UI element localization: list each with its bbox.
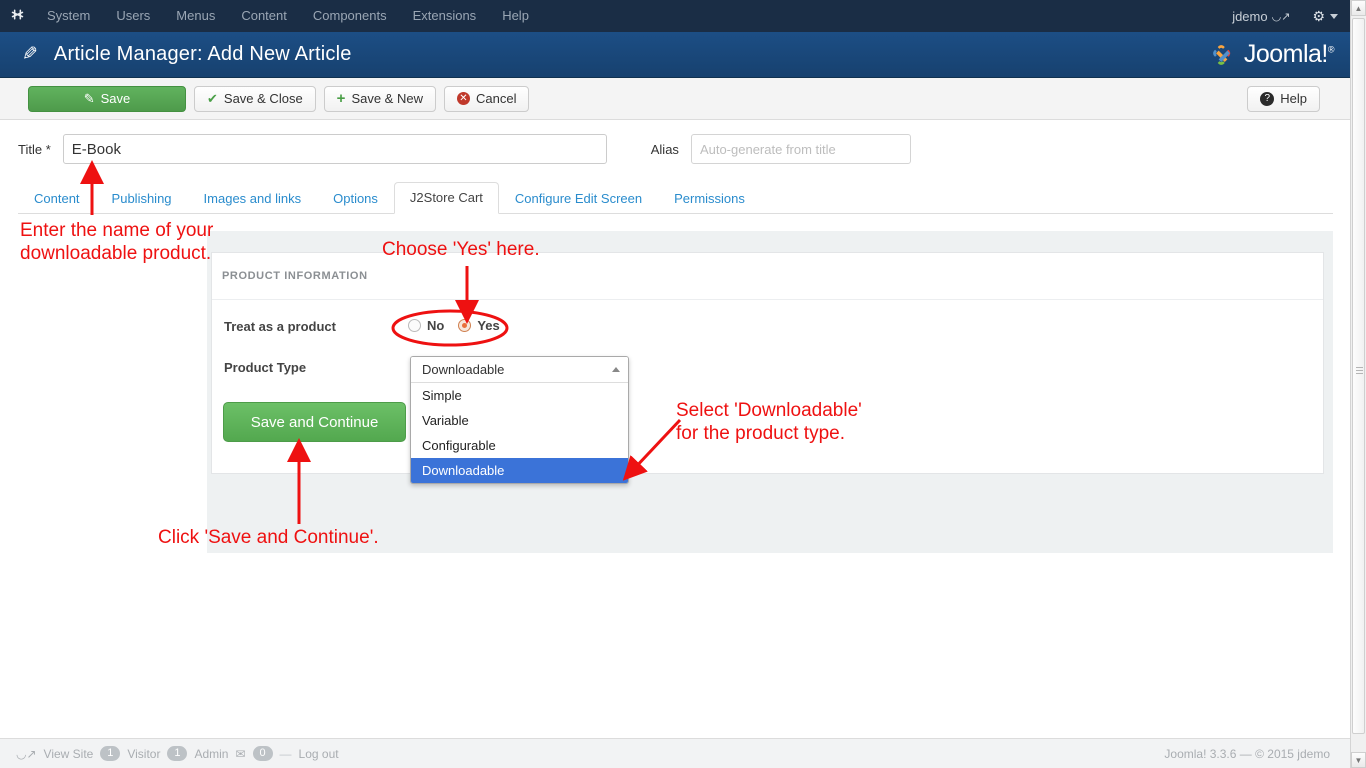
brand-text: Joomla!® bbox=[1244, 40, 1334, 69]
dropdown-option-downloadable[interactable]: Downloadable bbox=[411, 458, 628, 483]
help-button[interactable]: ? Help bbox=[1247, 86, 1320, 112]
title-alias-row: Title * Alias bbox=[0, 134, 1350, 164]
joomla-brand-logo: Joomla!® bbox=[1209, 40, 1334, 69]
tab-permissions[interactable]: Permissions bbox=[658, 183, 761, 214]
gear-icon: ⚙ bbox=[1312, 8, 1325, 25]
user-name: jdemo bbox=[1232, 9, 1267, 24]
menu-item-content[interactable]: Content bbox=[228, 0, 300, 32]
tab-configure-edit-screen[interactable]: Configure Edit Screen bbox=[499, 183, 658, 214]
product-type-selected-value[interactable]: Downloadable bbox=[411, 357, 628, 383]
product-information-legend: PRODUCT INFORMATION bbox=[222, 270, 368, 282]
menu-item-users[interactable]: Users bbox=[103, 0, 163, 32]
radio-no[interactable] bbox=[408, 319, 421, 332]
check-icon: ✔ bbox=[207, 91, 218, 107]
plus-icon: + bbox=[337, 90, 346, 107]
dropdown-option-variable[interactable]: Variable bbox=[411, 408, 628, 433]
menu-item-help[interactable]: Help bbox=[489, 0, 542, 32]
admin-top-menubar: System Users Menus Content Components Ex… bbox=[0, 0, 1350, 32]
alias-label: Alias bbox=[651, 142, 679, 157]
radio-yes-label: Yes bbox=[477, 318, 499, 333]
product-type-label: Product Type bbox=[224, 360, 306, 375]
title-input[interactable] bbox=[63, 134, 607, 164]
annotation-yes-hint: Choose 'Yes' here. bbox=[382, 238, 540, 261]
radio-no-label: No bbox=[427, 318, 444, 333]
scrollbar-thumb[interactable] bbox=[1352, 18, 1365, 734]
message-count-badge: 0 bbox=[253, 746, 273, 761]
top-right-area: jdemo ◡↗ ⚙ bbox=[1232, 8, 1350, 25]
radio-yes[interactable] bbox=[458, 319, 471, 332]
visitor-label: Visitor bbox=[127, 747, 160, 761]
page-header: ✎ Article Manager: Add New Article Jooml… bbox=[0, 32, 1350, 78]
card-divider bbox=[212, 299, 1323, 300]
joomla-admin-screen: System Users Menus Content Components Ex… bbox=[0, 0, 1366, 768]
version-info: Joomla! 3.3.6 — © 2015 jdemo bbox=[1164, 747, 1330, 761]
save-and-new-button[interactable]: + Save & New bbox=[324, 86, 436, 112]
annotation-title-hint: Enter the name of your downloadable prod… bbox=[20, 219, 213, 265]
annotation-product-type-hint: Select 'Downloadable' for the product ty… bbox=[676, 399, 862, 445]
alias-input[interactable] bbox=[691, 134, 911, 164]
cancel-button[interactable]: ✕ Cancel bbox=[444, 86, 529, 112]
view-site-link[interactable]: View Site bbox=[44, 747, 94, 761]
user-menu[interactable]: jdemo ◡↗ bbox=[1232, 9, 1290, 24]
brand-registered-mark: ® bbox=[1328, 45, 1334, 55]
dropdown-option-configurable[interactable]: Configurable bbox=[411, 433, 628, 458]
dropdown-option-simple[interactable]: Simple bbox=[411, 383, 628, 408]
scrollbar-grip bbox=[1356, 367, 1363, 373]
save-button[interactable]: ✎ Save bbox=[28, 86, 186, 112]
pencil-icon: ✎ bbox=[22, 43, 38, 66]
caret-down-icon[interactable]: ▼ bbox=[1351, 752, 1366, 768]
menu-item-menus[interactable]: Menus bbox=[163, 0, 228, 32]
footer-separator: — bbox=[280, 747, 292, 761]
save-and-close-button[interactable]: ✔ Save & Close bbox=[194, 86, 316, 112]
chevron-up-icon bbox=[612, 367, 620, 372]
admin-footer: ◡↗ View Site 1 Visitor 1 Admin ✉ 0 — Log… bbox=[0, 738, 1350, 768]
settings-menu[interactable]: ⚙ bbox=[1312, 8, 1338, 25]
external-link-icon: ◡↗ bbox=[1272, 10, 1291, 23]
treat-as-product-label: Treat as a product bbox=[224, 319, 336, 334]
caret-up-icon[interactable]: ▲ bbox=[1351, 0, 1366, 16]
editor-toolbar: ✎ Save ✔ Save & Close + Save & New ✕ Can… bbox=[0, 78, 1350, 120]
tab-publishing[interactable]: Publishing bbox=[96, 183, 188, 214]
admin-label: Admin bbox=[194, 747, 228, 761]
logout-link[interactable]: Log out bbox=[299, 747, 339, 761]
tab-content[interactable]: Content bbox=[18, 183, 96, 214]
page-title: Article Manager: Add New Article bbox=[54, 43, 352, 66]
close-icon: ✕ bbox=[457, 92, 470, 105]
menu-item-system[interactable]: System bbox=[34, 0, 103, 32]
page-scrollbar[interactable]: ▲ ▼ bbox=[1350, 0, 1366, 768]
question-mark-icon: ? bbox=[1260, 92, 1274, 106]
joomla-logo-icon bbox=[1209, 41, 1237, 69]
menu-item-extensions[interactable]: Extensions bbox=[400, 0, 490, 32]
save-icon: ✎ bbox=[84, 91, 95, 107]
envelope-icon[interactable]: ✉ bbox=[235, 747, 245, 761]
tab-j2store-cart[interactable]: J2Store Cart bbox=[394, 182, 499, 214]
joomla-mark-icon[interactable] bbox=[0, 6, 34, 26]
admin-count-badge: 1 bbox=[167, 746, 187, 761]
top-menu: System Users Menus Content Components Ex… bbox=[34, 0, 542, 32]
treat-as-product-radio-group: No Yes bbox=[408, 318, 508, 333]
tab-options[interactable]: Options bbox=[317, 183, 394, 214]
title-label: Title * bbox=[18, 142, 51, 157]
menu-item-components[interactable]: Components bbox=[300, 0, 400, 32]
visitor-count-badge: 1 bbox=[100, 746, 120, 761]
editor-tabs: Content Publishing Images and links Opti… bbox=[18, 183, 1333, 214]
product-type-dropdown[interactable]: Downloadable Simple Variable Configurabl… bbox=[410, 356, 629, 484]
external-link-icon: ◡↗ bbox=[16, 747, 37, 761]
save-and-continue-button[interactable]: Save and Continue bbox=[223, 402, 406, 442]
tab-images-and-links[interactable]: Images and links bbox=[188, 183, 318, 214]
annotation-save-hint: Click 'Save and Continue'. bbox=[158, 526, 379, 549]
chevron-down-icon bbox=[1330, 14, 1338, 19]
